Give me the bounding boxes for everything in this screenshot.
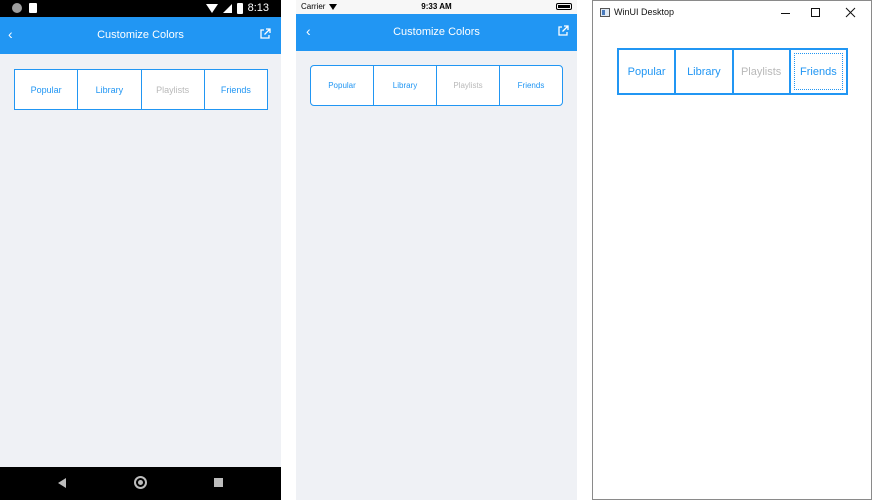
status-time: 9:33 AM: [421, 2, 452, 11]
android-nav-bar: [0, 467, 281, 500]
segment-library[interactable]: Library: [676, 50, 734, 93]
winui-window: WinUI Desktop Popular Library Playlists …: [592, 0, 872, 500]
segment-popular[interactable]: Popular: [15, 70, 79, 109]
android-status-bar: 8:13: [0, 0, 281, 17]
segment-friends[interactable]: Friends: [205, 70, 267, 109]
page-title: Customize Colors: [393, 26, 480, 38]
segment-popular[interactable]: Popular: [311, 66, 374, 105]
ios-screen: Carrier 9:33 AM ‹ Customize Colors Popul…: [296, 0, 577, 500]
cell-signal-icon: [222, 3, 232, 13]
sd-card-icon: [29, 3, 37, 13]
segment-playlists: Playlists: [437, 66, 500, 105]
maximize-icon[interactable]: [811, 8, 820, 17]
segment-library[interactable]: Library: [78, 70, 142, 109]
battery-icon: [236, 2, 243, 14]
nav-back-icon[interactable]: [58, 478, 66, 488]
window-title: WinUI Desktop: [614, 7, 675, 17]
open-external-icon[interactable]: [557, 25, 569, 37]
open-external-icon[interactable]: [259, 28, 271, 40]
ios-status-bar: Carrier 9:33 AM: [296, 0, 577, 14]
segment-library[interactable]: Library: [374, 66, 437, 105]
segment-friends[interactable]: Friends: [500, 66, 562, 105]
segment-playlists: Playlists: [142, 70, 205, 109]
segment-playlists: Playlists: [734, 50, 791, 93]
android-screen: 8:13 ‹ Customize Colors Popular Library …: [0, 0, 281, 500]
battery-icon: [556, 3, 572, 10]
segment-friends[interactable]: Friends: [791, 50, 846, 93]
android-app-bar: ‹ Customize Colors: [0, 17, 281, 54]
nav-home-icon[interactable]: [134, 476, 147, 489]
wifi-icon: [205, 3, 218, 13]
segmented-control: Popular Library Playlists Friends: [310, 65, 563, 106]
page-title: Customize Colors: [97, 29, 184, 41]
notification-dot-icon: [12, 3, 22, 13]
status-time: 8:13: [247, 2, 269, 14]
app-window-icon: [600, 8, 610, 17]
nav-recents-icon[interactable]: [214, 478, 223, 487]
close-icon[interactable]: [845, 7, 856, 18]
segment-popular[interactable]: Popular: [619, 50, 677, 93]
ios-nav-bar: ‹ Customize Colors: [296, 14, 577, 51]
segmented-control: Popular Library Playlists Friends: [14, 69, 268, 110]
segmented-control: Popular Library Playlists Friends: [617, 48, 848, 95]
window-title-bar[interactable]: WinUI Desktop: [593, 1, 871, 25]
minimize-icon[interactable]: [781, 13, 790, 14]
